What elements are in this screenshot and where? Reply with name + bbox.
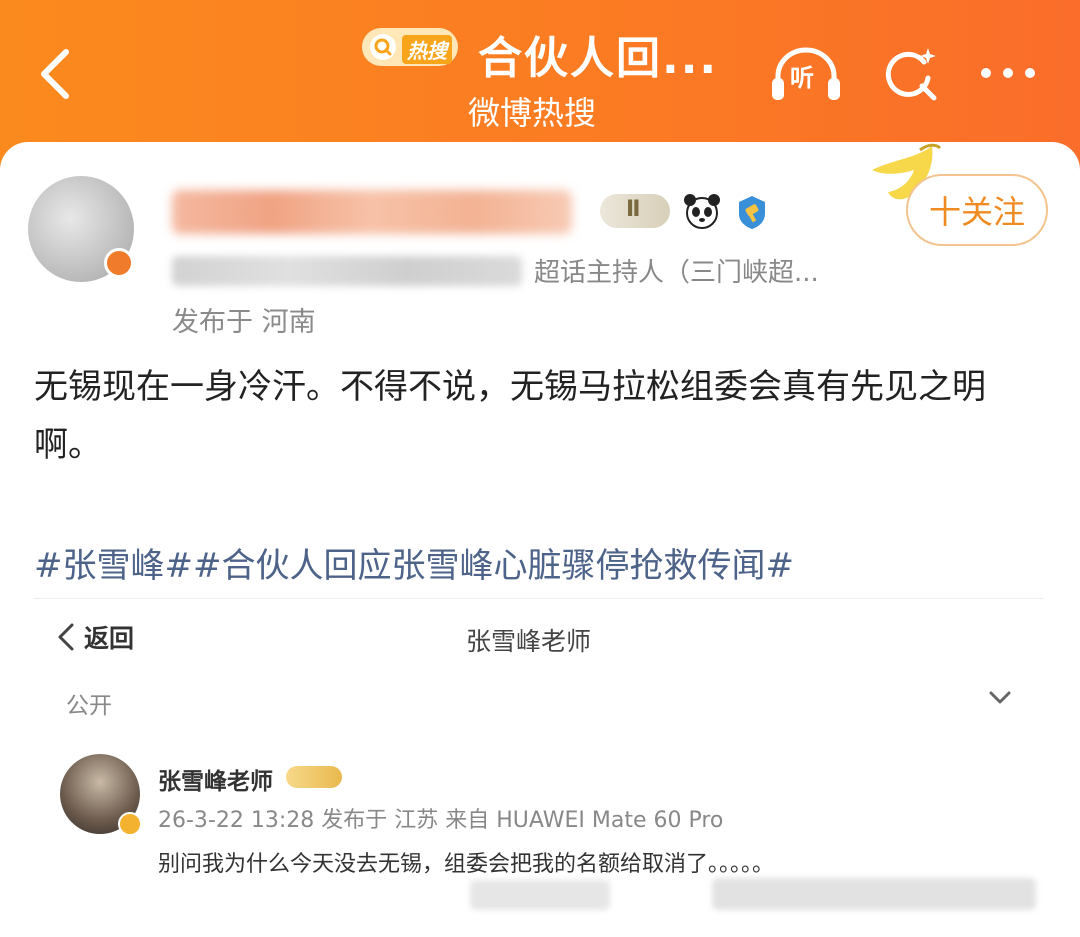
back-button[interactable] <box>32 46 82 102</box>
level-badge: Ⅱ <box>600 194 670 228</box>
search-sparkle-icon <box>885 48 937 101</box>
listen-label: 听 <box>790 64 814 92</box>
chevron-left-icon <box>41 49 69 99</box>
host-role[interactable]: 超话主持人（三门峡超... <box>534 252 819 289</box>
visibility-label: 公开 <box>66 693 112 719</box>
page-subtitle: 微博热搜 <box>468 94 597 132</box>
search-icon <box>370 34 396 60</box>
page-title: 合伙人回... <box>478 33 719 84</box>
avatar-badge <box>104 248 134 278</box>
panda-icon <box>684 194 720 229</box>
embedded-avatar-badge <box>118 812 142 836</box>
embedded-back-button[interactable]: 返回 <box>56 618 134 656</box>
embedded-author-name: 张雪峰老师 <box>158 769 273 795</box>
post-location: 发布于 河南 <box>172 307 316 338</box>
watermark-blurred <box>712 878 1036 910</box>
chevron-left-icon <box>58 623 74 651</box>
embedded-page-title: 张雪峰老师 <box>466 627 592 656</box>
follow-button[interactable]: 十关注 <box>906 174 1048 246</box>
post-meta-blurred <box>172 256 522 286</box>
embedded-back-label: 返回 <box>84 624 135 653</box>
more-button[interactable] <box>978 58 1038 88</box>
level-badge-text: Ⅱ <box>626 197 641 222</box>
hot-search-label: 热搜 <box>402 35 452 64</box>
embedded-post-meta: 26-3-22 13:28 发布于 江苏 来自 HUAWEI Mate 60 P… <box>158 808 724 833</box>
author-name-blurred[interactable] <box>172 190 572 234</box>
listen-button[interactable]: 听 <box>770 44 842 104</box>
divider <box>34 598 1044 599</box>
more-dots-icon <box>981 68 1035 78</box>
watermark-blurred <box>470 880 610 910</box>
hashtag-link[interactable]: #张雪峰##合伙人回应张雪峰心脏骤停抢救传闻# <box>34 538 794 587</box>
verified-badge-icon <box>739 196 765 229</box>
search-button[interactable] <box>880 44 940 104</box>
crown-badge-icon <box>286 766 342 788</box>
chevron-down-icon[interactable] <box>988 688 1012 708</box>
post-text: 无锡现在一身冷汗。不得不说，无锡马拉松组委会真有先见之明啊。 <box>34 367 986 465</box>
hot-search-badge: 热搜 <box>362 28 458 66</box>
embedded-post-text: 别问我为什么今天没去无锡，组委会把我的名额给取消了。。。。。 <box>158 852 775 877</box>
